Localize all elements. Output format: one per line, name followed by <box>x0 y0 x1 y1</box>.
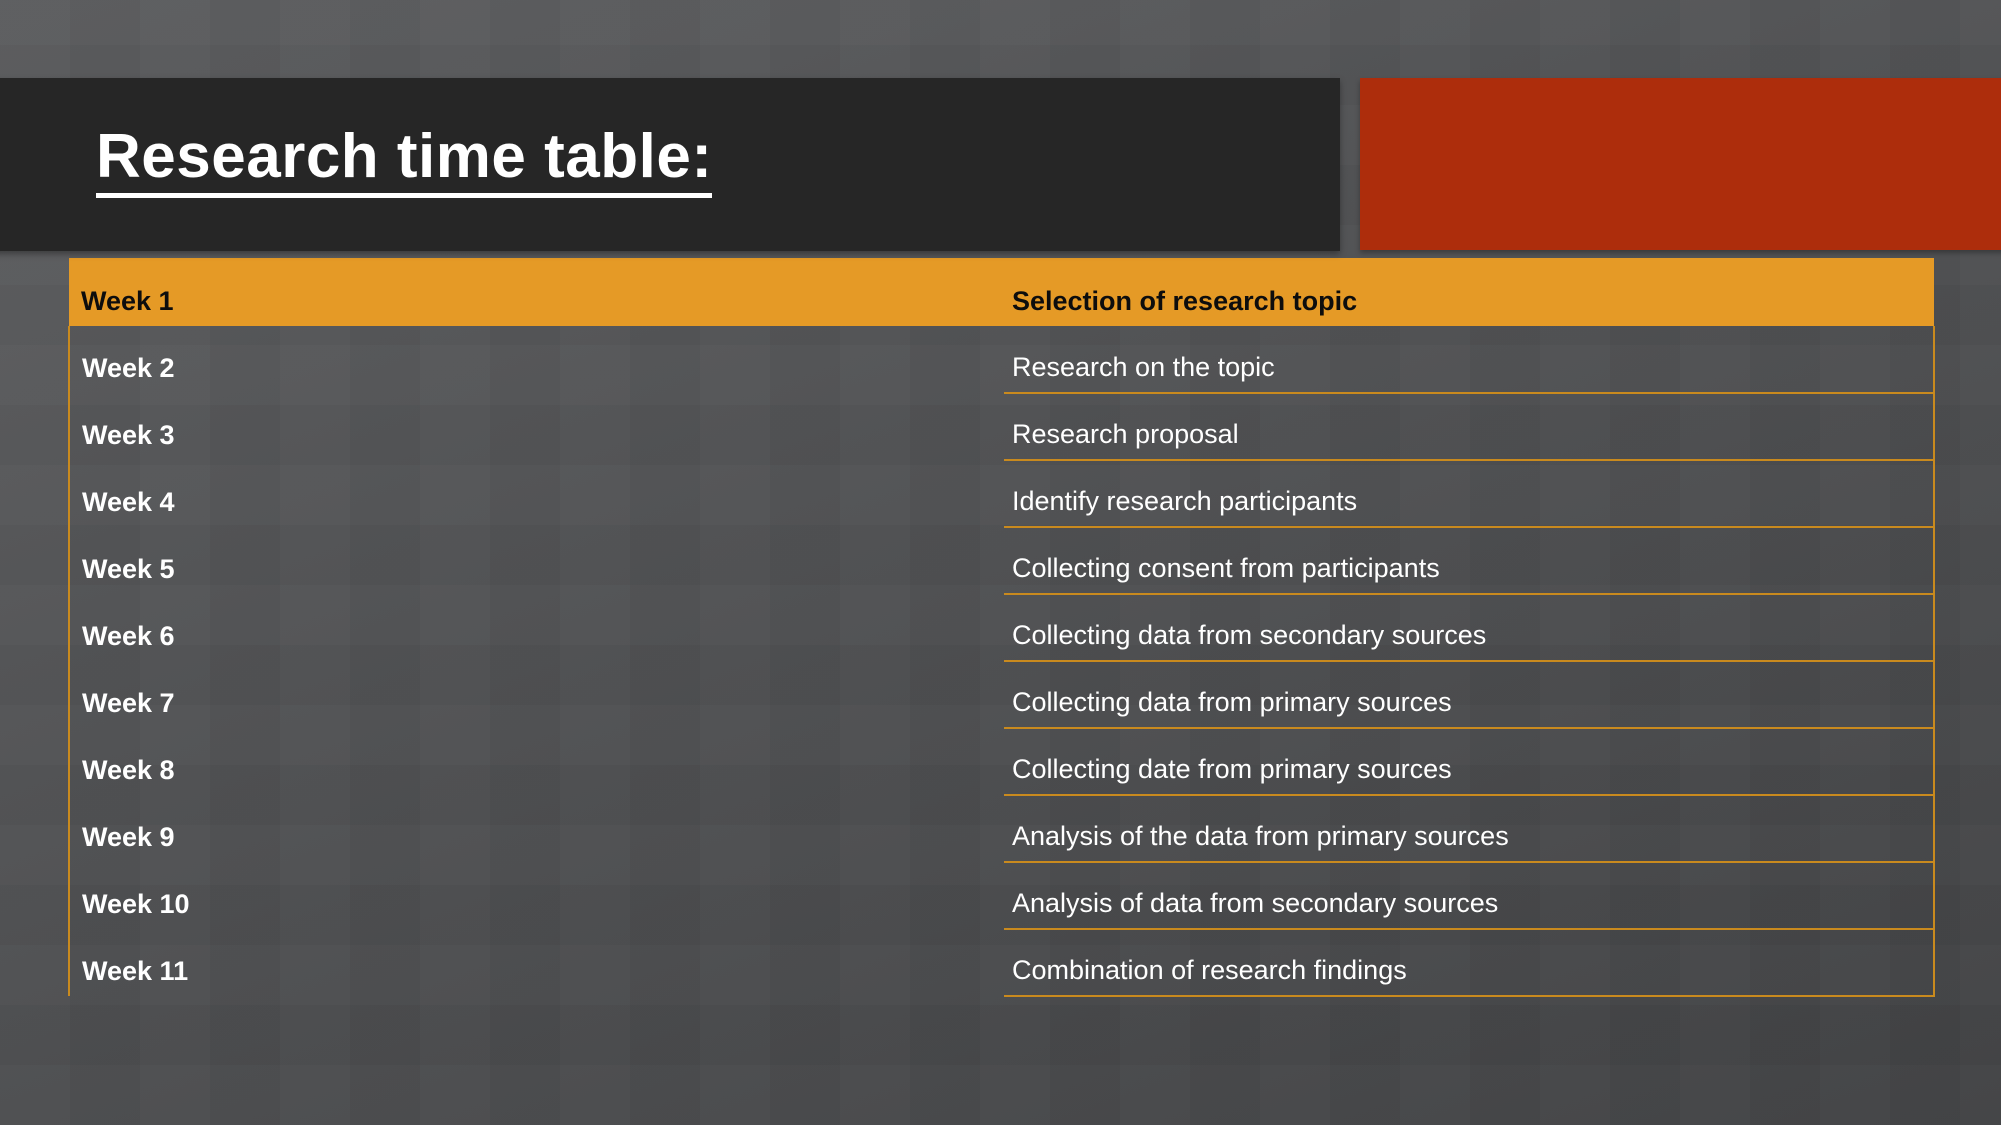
row-task-label: Analysis of the data from primary source… <box>1012 821 1509 851</box>
table-row: Week 10 Analysis of data from secondary … <box>68 862 1935 930</box>
row-week-label: Week 11 <box>82 956 189 986</box>
table-header-row: Week 1 Selection of research topic <box>69 258 1934 326</box>
table-row: Week 9 Analysis of the data from primary… <box>68 795 1935 863</box>
column-header-task: Selection of research topic <box>1004 258 1934 326</box>
row-task-cell: Collecting consent from participants <box>1004 527 1935 595</box>
row-task-cell: Collecting data from secondary sources <box>1004 594 1935 662</box>
table-row: Week 4 Identify research participants <box>68 460 1935 528</box>
page-title: Research time table: <box>96 124 713 199</box>
table-row: Week 5 Collecting consent from participa… <box>68 527 1935 595</box>
row-week-cell: Week 6 <box>68 594 1004 661</box>
table-row: Week 11 Combination of research findings <box>68 929 1935 997</box>
table-body: Week 1 Selection of research topic Week … <box>68 258 1935 997</box>
row-week-cell: Week 9 <box>68 795 1004 862</box>
row-task-cell: Research on the topic <box>1004 326 1935 394</box>
row-task-label: Research on the topic <box>1012 352 1275 382</box>
row-task-cell: Research proposal <box>1004 393 1935 461</box>
research-timetable: Week 1 Selection of research topic Week … <box>68 258 1935 997</box>
table-row: Week 8 Collecting date from primary sour… <box>68 728 1935 796</box>
row-task-label: Research proposal <box>1012 419 1239 449</box>
row-week-cell: Week 4 <box>68 460 1004 527</box>
row-task-label: Identify research participants <box>1012 486 1358 516</box>
row-task-label: Analysis of data from secondary sources <box>1012 888 1499 918</box>
row-task-cell: Collecting data from primary sources <box>1004 661 1935 729</box>
row-week-label: Week 6 <box>82 621 175 651</box>
column-header-week-label: Week 1 <box>81 286 174 316</box>
row-task-cell: Analysis of data from secondary sources <box>1004 862 1935 930</box>
row-week-label: Week 2 <box>82 353 175 383</box>
row-task-cell: Identify research participants <box>1004 460 1935 528</box>
row-week-cell: Week 11 <box>68 929 1004 996</box>
row-week-label: Week 10 <box>82 889 190 919</box>
table-row: Week 7 Collecting data from primary sour… <box>68 661 1935 729</box>
red-accent-block <box>1360 78 2001 250</box>
row-week-cell: Week 8 <box>68 728 1004 795</box>
row-week-cell: Week 3 <box>68 393 1004 460</box>
table-row: Week 6 Collecting data from secondary so… <box>68 594 1935 662</box>
row-task-label: Collecting consent from participants <box>1012 553 1440 583</box>
row-task-label: Combination of research findings <box>1012 955 1407 985</box>
row-week-label: Week 5 <box>82 554 175 584</box>
row-week-label: Week 3 <box>82 420 175 450</box>
table-row: Week 2 Research on the topic <box>68 326 1935 394</box>
row-task-label: Collecting data from primary sources <box>1012 687 1452 717</box>
title-banner: Research time table: <box>0 78 1340 251</box>
column-header-task-label: Selection of research topic <box>1012 286 1358 316</box>
row-week-cell: Week 5 <box>68 527 1004 594</box>
column-header-week: Week 1 <box>69 258 1004 326</box>
row-task-label: Collecting data from secondary sources <box>1012 620 1487 650</box>
row-week-label: Week 4 <box>82 487 175 517</box>
slide-canvas: Research time table: Week 1 Selection of… <box>0 0 2001 1125</box>
row-week-cell: Week 10 <box>68 862 1004 929</box>
row-week-cell: Week 7 <box>68 661 1004 728</box>
table-row: Week 3 Research proposal <box>68 393 1935 461</box>
row-task-label: Collecting date from primary sources <box>1012 754 1452 784</box>
row-week-label: Week 9 <box>82 822 175 852</box>
row-task-cell: Collecting date from primary sources <box>1004 728 1935 796</box>
row-task-cell: Analysis of the data from primary source… <box>1004 795 1935 863</box>
row-week-cell: Week 2 <box>68 326 1004 393</box>
row-week-label: Week 7 <box>82 688 175 718</box>
row-week-label: Week 8 <box>82 755 175 785</box>
row-task-cell: Combination of research findings <box>1004 929 1935 997</box>
